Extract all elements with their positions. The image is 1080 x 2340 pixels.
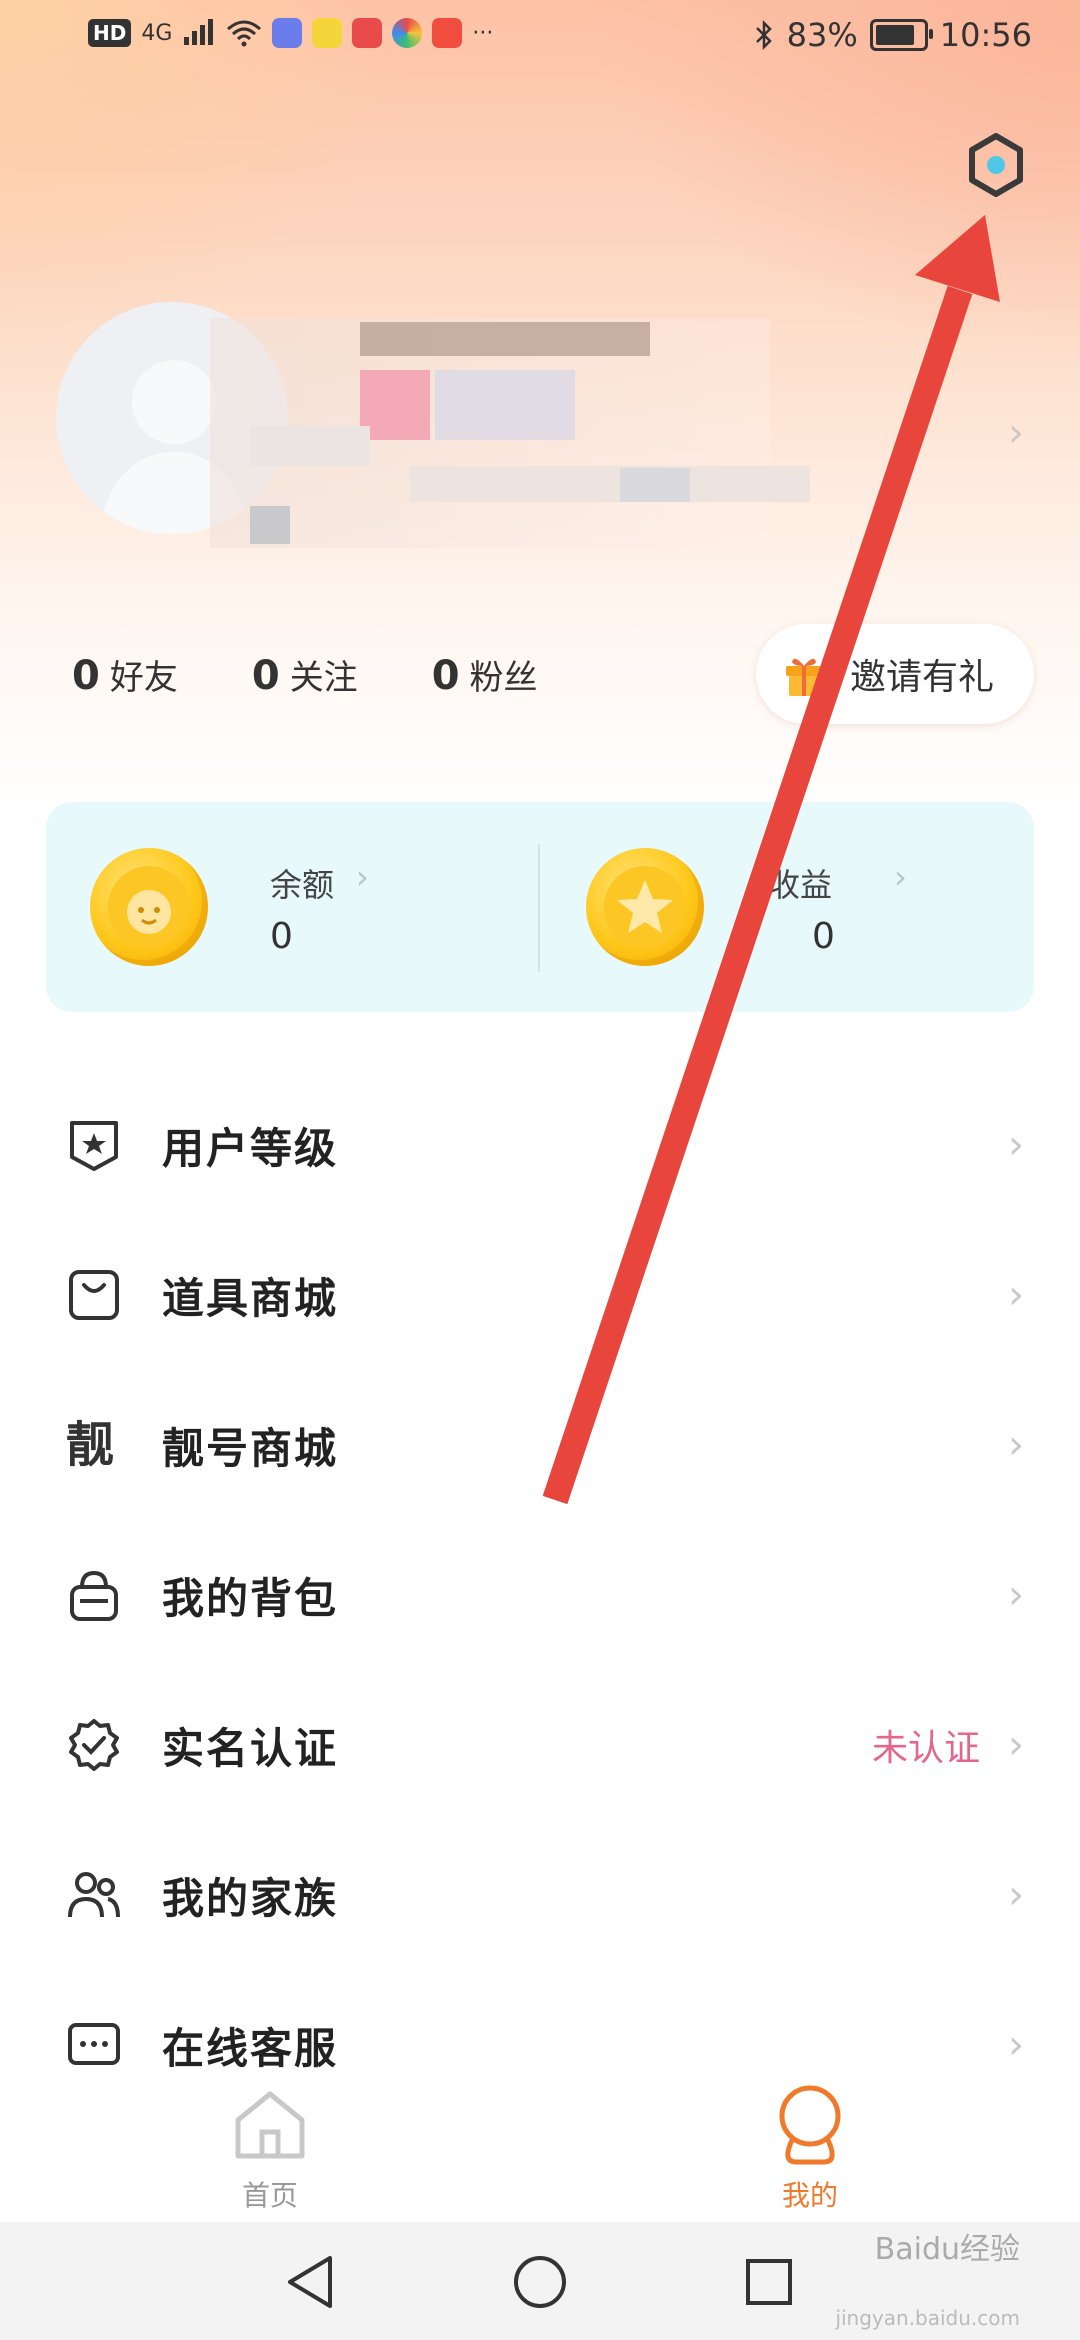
stat-number: 0 [251, 653, 280, 699]
mascot-face-icon [127, 890, 171, 934]
tab-label: 首页 [241, 2179, 298, 2212]
chevron-right-icon: › [1008, 1272, 1024, 1318]
balance-section[interactable]: 余额 › 0 [46, 802, 536, 1012]
hd-badge: HD [88, 19, 132, 47]
menu-item-label: 实名认证 [162, 1723, 339, 1773]
coin-face [108, 866, 190, 948]
more-notifications: ··· [472, 20, 494, 46]
app-notification-icon [432, 18, 463, 48]
pixelated-id [620, 468, 690, 502]
pixelated-badge [435, 370, 575, 440]
earnings-coin-icon [586, 848, 704, 966]
backpack-icon [70, 1570, 118, 1621]
menu-item-real-name-auth[interactable]: 实名认证 未认证 › [0, 1670, 1080, 1820]
watermark-url: jingyan.baidu.com [835, 2306, 1020, 2330]
status-left: HD 4G ··· [88, 18, 493, 48]
chevron-right-icon: › [356, 858, 369, 896]
invite-button[interactable]: 邀请有礼 [756, 624, 1034, 724]
signal-icon [184, 19, 214, 45]
battery-fill [875, 25, 914, 45]
tab-profile[interactable]: 我的 [710, 2070, 910, 2220]
gear-icon [969, 133, 1023, 197]
gift-icon [786, 658, 822, 696]
profile-chevron-icon[interactable]: › [1008, 410, 1024, 456]
stat-number: 0 [431, 653, 460, 699]
social-stats: 0 好友 0 关注 0 粉丝 [72, 650, 538, 699]
menu-item-label: 我的家族 [162, 1873, 339, 1923]
stat-following[interactable]: 0 关注 [252, 650, 358, 699]
chevron-right-icon: › [1008, 1872, 1024, 1918]
pixelated-id [410, 466, 810, 502]
status-bar: HD 4G ··· 83% 10:56 [0, 0, 1080, 82]
invite-label: 邀请有礼 [850, 657, 995, 698]
menu-item-label: 道具商城 [162, 1273, 339, 1323]
menu-item-label: 靓号商城 [162, 1423, 339, 1473]
app-notification-icon [352, 18, 383, 48]
settings-button[interactable] [966, 132, 1026, 198]
chevron-right-icon: › [894, 858, 907, 896]
battery-icon [869, 19, 933, 51]
app-notification-icon [392, 18, 423, 48]
liang-char-icon: 靓 [66, 1417, 115, 1473]
wifi-icon [227, 20, 262, 47]
earnings-value: 0 [812, 916, 835, 957]
menu-item-label: 用户等级 [162, 1123, 339, 1173]
home-icon [235, 2091, 305, 2159]
profile-info-blurred[interactable] [210, 318, 810, 548]
wallet-card: 余额 › 0 收益 › 0 [46, 802, 1034, 1012]
earnings-section[interactable]: 收益 › 0 [540, 802, 1034, 1012]
clock: 10:56 [939, 16, 1032, 54]
watermark: Baidu经验 [874, 2232, 1020, 2267]
earnings-label: 收益 [768, 866, 833, 904]
home-nav-icon[interactable] [512, 2254, 568, 2310]
verification-status: 未认证 [871, 1728, 980, 1769]
balance-value: 0 [270, 916, 293, 957]
tab-label: 我的 [781, 2179, 838, 2212]
back-icon[interactable] [284, 2254, 336, 2310]
pixelated-id [250, 426, 370, 466]
bluetooth-icon [755, 19, 772, 51]
menu-item-label: 我的背包 [162, 1573, 339, 1623]
chevron-right-icon: › [1008, 2022, 1024, 2068]
stat-label: 好友 [109, 658, 178, 698]
bottom-tab-bar: 首页 我的 [0, 2070, 1080, 2220]
menu-item-number-store[interactable]: 靓 靓号商城 › [0, 1370, 1080, 1520]
menu-item-family[interactable]: 我的家族 › [0, 1820, 1080, 1970]
family-icon [68, 1872, 120, 1918]
stat-label: 粉丝 [469, 658, 538, 698]
verified-badge-icon [69, 1719, 119, 1771]
menu-item-label: 在线客服 [162, 2023, 339, 2073]
pixelated-id [250, 506, 290, 544]
menu-item-props-store[interactable]: 道具商城 › [0, 1220, 1080, 1370]
network-label: 4G [141, 20, 173, 46]
app-notification-icon [312, 18, 343, 48]
shopping-bag-icon [69, 1270, 119, 1320]
stat-number: 0 [72, 653, 100, 699]
balance-coin-icon [90, 848, 208, 966]
app-notification-icon [272, 18, 303, 48]
menu-item-user-level[interactable]: 用户等级 › [0, 1070, 1080, 1220]
chevron-right-icon: › [1008, 1422, 1024, 1468]
stat-fans[interactable]: 0 粉丝 [432, 650, 538, 699]
menu-item-backpack[interactable]: 我的背包 › [0, 1520, 1080, 1670]
chevron-right-icon: › [1008, 1122, 1024, 1168]
status-right: 83% 10:56 [753, 16, 1032, 54]
star-icon [617, 880, 673, 933]
pixelated-name [360, 322, 650, 356]
balance-label: 余额 [270, 866, 335, 904]
tab-home[interactable]: 首页 [170, 2070, 370, 2220]
chevron-right-icon: › [1008, 1572, 1024, 1618]
pixelated-badge [360, 370, 430, 440]
profile-tab-icon [779, 2085, 841, 2165]
battery-percent: 83% [786, 16, 858, 54]
shield-star-icon [70, 1121, 118, 1171]
chevron-right-icon: › [1008, 1722, 1024, 1768]
chat-icon [68, 2023, 120, 2065]
stat-label: 关注 [289, 658, 358, 698]
stat-friends[interactable]: 0 好友 [72, 650, 178, 699]
recents-icon[interactable] [744, 2257, 794, 2307]
coin-face [604, 866, 686, 948]
